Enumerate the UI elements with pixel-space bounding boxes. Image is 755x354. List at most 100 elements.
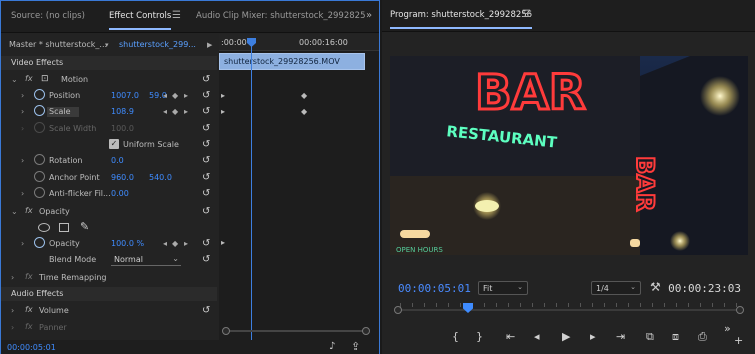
- clip-label[interactable]: shutterstock_299...: [119, 40, 196, 49]
- playhead-handle[interactable]: [463, 303, 473, 313]
- reset-icon[interactable]: ↺: [202, 238, 210, 249]
- insert-icon[interactable]: ⧉: [646, 330, 654, 344]
- expand-icon[interactable]: ›: [11, 323, 14, 332]
- go-to-out-icon[interactable]: ⇥: [616, 330, 625, 343]
- tab-audio-clip-mixer[interactable]: Audio Clip Mixer: shutterstock_2992825: [196, 11, 365, 21]
- stopwatch-icon[interactable]: [34, 154, 45, 165]
- opacity-value-row[interactable]: › Opacity 100.0 % ◂ ◆ ▸ ↺: [1, 236, 217, 253]
- current-timecode[interactable]: 00:00:05:01: [7, 343, 56, 352]
- expand-icon[interactable]: ⌄: [11, 75, 18, 84]
- export-frame-icon[interactable]: ⎙: [698, 330, 707, 344]
- prev-keyframe-icon[interactable]: ◂: [163, 107, 167, 116]
- clip-bar[interactable]: shutterstock_29928256.MOV: [219, 53, 365, 70]
- reset-icon[interactable]: ↺: [202, 90, 210, 101]
- go-to-in-icon[interactable]: ⇤: [506, 330, 515, 343]
- add-button-icon[interactable]: +: [734, 334, 743, 347]
- program-video-frame[interactable]: BAR RESTAURANT BAR OPEN HOURS: [390, 56, 748, 255]
- tab-program-monitor[interactable]: Program: shutterstock_29928256: [390, 10, 533, 29]
- panner-row[interactable]: › fx Panner: [1, 320, 217, 337]
- ellipse-mask-icon[interactable]: [38, 223, 50, 232]
- chevron-down-icon[interactable]: ▾: [105, 41, 109, 49]
- reset-icon[interactable]: ↺: [202, 123, 210, 134]
- next-keyframe-icon[interactable]: ▸: [184, 239, 188, 248]
- expand-icon[interactable]: ›: [11, 273, 14, 282]
- stopwatch-icon[interactable]: [34, 187, 45, 198]
- expand-icon[interactable]: ›: [11, 306, 14, 315]
- reset-icon[interactable]: ↺: [202, 305, 210, 316]
- stopwatch-icon[interactable]: [34, 171, 45, 182]
- pen-mask-icon[interactable]: ✎: [80, 220, 89, 233]
- effect-timeline[interactable]: :00:00 00:00:16:00 shutterstock_29928256…: [219, 34, 379, 340]
- filter-audio-icon[interactable]: ♪: [329, 341, 335, 352]
- motion-row[interactable]: ⌄ fx ⊡ Motion ↺: [1, 72, 217, 89]
- mark-out-icon[interactable]: }: [476, 330, 483, 343]
- anti-flicker-row[interactable]: › Anti-flicker Fil... 0.00 ↺: [1, 186, 217, 203]
- scale-row[interactable]: › Scale 108.9 ◂ ◆ ▸ ↺: [1, 104, 217, 121]
- scale-value[interactable]: 108.9: [111, 107, 134, 116]
- add-keyframe-icon[interactable]: ◆: [172, 91, 178, 100]
- mark-in-icon[interactable]: {: [452, 330, 459, 343]
- expand-icon[interactable]: ›: [21, 107, 24, 116]
- keyframe-icon[interactable]: ◆: [301, 91, 307, 100]
- hamburger-menu-icon[interactable]: ☰: [522, 9, 531, 20]
- add-keyframe-icon[interactable]: ◆: [172, 239, 178, 248]
- anchor-point-row[interactable]: Anchor Point 960.0 540.0 ↺: [1, 170, 217, 187]
- reset-icon[interactable]: ↺: [202, 188, 210, 199]
- scroll-end-knob[interactable]: [362, 327, 370, 335]
- expand-icon[interactable]: ⌄: [11, 207, 18, 216]
- overwrite-icon[interactable]: ⧈: [672, 330, 679, 344]
- anti-flicker-value[interactable]: 0.00: [111, 189, 129, 198]
- scrub-start-knob[interactable]: [394, 306, 402, 314]
- rectangle-mask-icon[interactable]: [59, 223, 69, 232]
- opacity-effect-row[interactable]: ⌄ fx Opacity ↺: [1, 204, 217, 221]
- keyframe-marker-icon[interactable]: ▸: [221, 107, 225, 116]
- next-keyframe-icon[interactable]: ▸: [184, 107, 188, 116]
- blend-mode-select[interactable]: Normal ⌄: [111, 252, 181, 266]
- step-back-icon[interactable]: ◂: [534, 330, 540, 343]
- opacity-value[interactable]: 100.0 %: [111, 239, 144, 248]
- prev-keyframe-icon[interactable]: ◂: [163, 239, 167, 248]
- expand-icon[interactable]: ›: [21, 91, 24, 100]
- timeline-zoom-scrollbar[interactable]: [222, 327, 370, 335]
- step-forward-icon[interactable]: ▸: [590, 330, 596, 343]
- expand-icon[interactable]: ›: [21, 239, 24, 248]
- next-keyframe-icon[interactable]: ▸: [184, 91, 188, 100]
- export-icon[interactable]: ⇪: [351, 340, 360, 353]
- fx-icon[interactable]: fx: [25, 305, 33, 314]
- reset-icon[interactable]: ↺: [202, 139, 210, 150]
- position-row[interactable]: › Position 1007.0 59.0 ◂ ◆ ▸ ↺: [1, 88, 217, 105]
- playhead-timecode[interactable]: 00:00:05:01: [398, 282, 471, 295]
- position-x-value[interactable]: 1007.0: [111, 91, 139, 100]
- wrench-settings-icon[interactable]: ⚒: [650, 280, 661, 294]
- fx-icon[interactable]: fx: [25, 74, 33, 83]
- expand-icon[interactable]: ›: [21, 156, 24, 165]
- play-triangle-icon[interactable]: ▶: [207, 41, 212, 49]
- reset-icon[interactable]: ↺: [202, 206, 210, 217]
- double-chevron-right-icon[interactable]: »: [724, 322, 731, 335]
- keyframe-marker-icon[interactable]: ▸: [221, 238, 225, 247]
- reset-icon[interactable]: ↺: [202, 155, 210, 166]
- zoom-fit-select[interactable]: Fit ⌄: [478, 281, 528, 295]
- blend-mode-row[interactable]: Blend Mode Normal ⌄ ↺: [1, 252, 217, 269]
- stopwatch-icon[interactable]: [34, 105, 45, 116]
- time-ruler[interactable]: :00:00 00:00:16:00: [219, 34, 379, 51]
- uniform-scale-row[interactable]: ✓ Uniform Scale ↺: [1, 137, 217, 154]
- anchor-x-value[interactable]: 960.0: [111, 173, 134, 182]
- add-keyframe-icon[interactable]: ◆: [172, 107, 178, 116]
- tab-effect-controls[interactable]: Effect Controls: [109, 11, 172, 30]
- master-label[interactable]: Master * shutterstock_...: [9, 40, 107, 49]
- fx-icon[interactable]: fx: [25, 206, 33, 215]
- volume-row[interactable]: › fx Volume ↺: [1, 303, 217, 320]
- tab-source[interactable]: Source: (no clips): [11, 11, 85, 21]
- play-icon[interactable]: ▶: [562, 330, 570, 343]
- scrub-end-knob[interactable]: [736, 306, 744, 314]
- hamburger-menu-icon[interactable]: ☰: [172, 10, 181, 21]
- resolution-select[interactable]: 1/4 ⌄: [591, 281, 641, 295]
- reset-icon[interactable]: ↺: [202, 254, 210, 265]
- uniform-scale-checkbox[interactable]: ✓: [109, 139, 119, 149]
- time-remapping-row[interactable]: › fx Time Remapping: [1, 270, 217, 287]
- reset-icon[interactable]: ↺: [202, 74, 210, 85]
- program-scrubber[interactable]: [394, 303, 744, 317]
- expand-icon[interactable]: ›: [21, 189, 24, 198]
- scroll-start-knob[interactable]: [222, 327, 230, 335]
